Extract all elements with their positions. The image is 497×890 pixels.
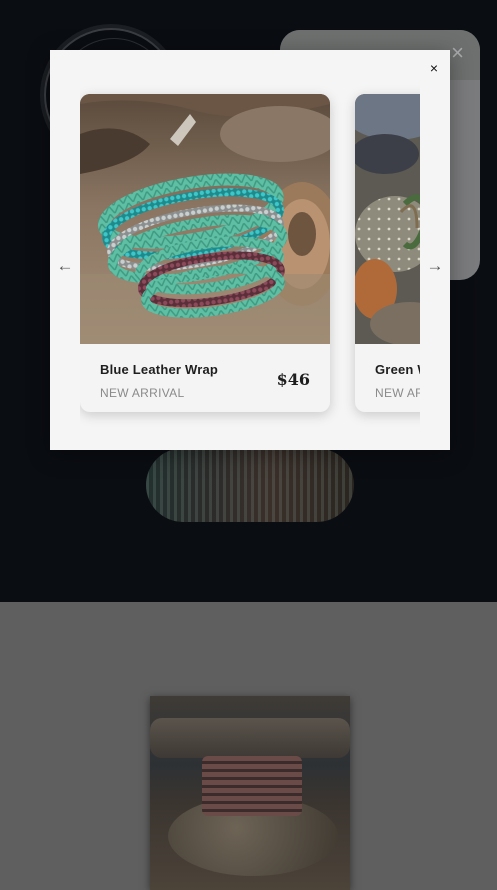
background-product-photo: [150, 696, 350, 890]
product-price: $46: [276, 370, 310, 389]
close-icon[interactable]: ×: [426, 58, 442, 78]
background-bracelet-thumbnail: [146, 448, 354, 522]
product-card[interactable]: Blue Leather Wrap NEW ARRIVAL $46: [80, 94, 330, 412]
product-tag: NEW AR: [375, 386, 420, 400]
arrow-left-icon[interactable]: ←: [55, 255, 75, 277]
background-driftwood: [150, 718, 350, 758]
product-carousel-modal: × ← → Blue Leather Wrap NEW ARRIVAL $46 …: [50, 50, 450, 450]
stones-bracelet-image: [355, 94, 420, 344]
product-card[interactable]: Green W NEW AR: [355, 94, 420, 412]
stones-bracelet-photo[interactable]: [355, 94, 420, 344]
background-cuff: [202, 756, 302, 816]
arrow-right-icon[interactable]: →: [425, 255, 445, 277]
turquoise-bracelet-photo[interactable]: [80, 94, 330, 344]
background-close-icon: ×: [451, 40, 464, 65]
turquoise-bracelet-image: [80, 94, 330, 344]
carousel-track: Blue Leather Wrap NEW ARRIVAL $46 Green …: [80, 78, 420, 450]
product-name[interactable]: Blue Leather Wrap: [100, 362, 218, 377]
product-tag: NEW ARRIVAL: [100, 386, 185, 400]
product-name[interactable]: Green W: [375, 362, 420, 377]
